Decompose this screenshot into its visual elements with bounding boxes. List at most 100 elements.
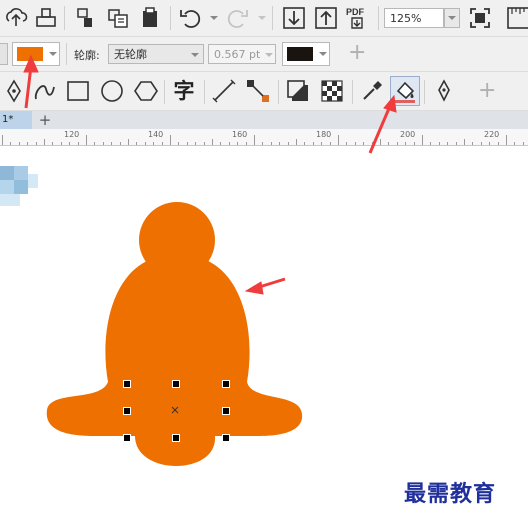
outline-width-field[interactable]: 0.567 pt — [208, 44, 276, 64]
ruler-tick — [44, 139, 45, 145]
ruler-tick — [27, 142, 29, 145]
ruler-tick — [35, 142, 37, 145]
export-arrow-icon[interactable] — [312, 4, 340, 32]
ruler-tick — [69, 142, 71, 145]
chevron-down-icon — [191, 53, 199, 57]
ruler-tick — [2, 135, 3, 145]
selection-handle[interactable] — [123, 380, 131, 388]
add-property-button[interactable]: + — [348, 41, 366, 65]
clipboard-icon[interactable] — [136, 4, 164, 32]
ruler-tick — [497, 142, 499, 145]
property-bar: 轮廓: 无轮廓 0.567 pt + — [0, 37, 528, 72]
import-arrow-icon[interactable] — [280, 4, 308, 32]
transparency-icon[interactable] — [318, 77, 346, 105]
ruler-tick — [94, 142, 96, 145]
add-tool-button[interactable]: + — [478, 78, 496, 104]
ruler-tick — [186, 142, 188, 145]
selection-handle[interactable] — [222, 380, 230, 388]
redo-icon[interactable] — [224, 4, 252, 32]
ruler-tick — [245, 142, 247, 145]
ruler-tick — [388, 142, 390, 145]
ruler-tick — [52, 142, 54, 145]
print-icon[interactable] — [32, 4, 60, 32]
ruler-tick — [447, 142, 449, 145]
zoom-dropdown-button[interactable] — [444, 8, 460, 28]
ruler-tick — [396, 142, 398, 145]
rectangle-tool-icon[interactable] — [64, 77, 92, 105]
ruler-tick — [10, 142, 12, 145]
ruler-tick — [203, 142, 205, 145]
ruler-tick — [270, 142, 272, 145]
freehand-curve-icon[interactable] — [30, 77, 58, 105]
horizontal-ruler[interactable]: 120 140 160 180 200 220 — [0, 129, 528, 146]
export-icon[interactable] — [104, 4, 132, 32]
interactive-fill-icon[interactable] — [390, 76, 420, 106]
ruler-toggle-icon[interactable] — [504, 4, 528, 32]
ruler-tick — [438, 142, 440, 145]
ruler-tick — [136, 142, 138, 145]
upload-icon[interactable] — [2, 4, 30, 32]
ruler-label: 120 — [64, 130, 80, 139]
property-scroll-left[interactable] — [0, 43, 8, 65]
tools-bar: 字 + — [0, 72, 528, 111]
ruler-tick — [312, 142, 314, 145]
selection-handle[interactable] — [123, 434, 131, 442]
standard-toolbar: PDF 125% — [0, 0, 528, 37]
ruler-tick — [254, 135, 255, 145]
ruler-tick — [363, 142, 365, 145]
fill-color-picker[interactable] — [12, 42, 60, 66]
pen-nib-icon[interactable] — [0, 77, 28, 105]
eyedropper-icon[interactable] — [358, 77, 386, 105]
ruler-tick — [119, 142, 121, 145]
ruler-tick — [472, 142, 474, 145]
chevron-down-icon — [319, 52, 327, 56]
undo-icon[interactable] — [176, 4, 204, 32]
ruler-tick — [296, 139, 297, 145]
ruler-tick — [430, 142, 432, 145]
ruler-tick — [102, 142, 104, 145]
drop-shadow-icon[interactable] — [284, 77, 312, 105]
ruler-tick — [111, 142, 113, 145]
ruler-tick — [128, 139, 129, 145]
text-tool-button[interactable]: 字 — [170, 77, 198, 105]
ruler-tick — [237, 142, 239, 145]
import-icon[interactable] — [72, 4, 100, 32]
selection-handle[interactable] — [172, 380, 180, 388]
full-screen-icon[interactable] — [466, 4, 494, 32]
pdf-label: PDF — [346, 7, 365, 17]
outline-color-swatch — [287, 47, 313, 61]
smart-fill-pen-icon[interactable] — [430, 77, 458, 105]
connector-tool-icon[interactable] — [244, 77, 272, 105]
selection-handle[interactable] — [172, 434, 180, 442]
ruler-tick — [170, 135, 171, 145]
ruler-label: 140 — [148, 130, 164, 139]
ruler-tick — [489, 142, 491, 145]
ruler-label: 160 — [232, 130, 248, 139]
ruler-label: 220 — [484, 130, 500, 139]
document-tab-active[interactable]: 1* — [0, 111, 32, 129]
selection-handle[interactable] — [123, 407, 131, 415]
outline-color-picker[interactable] — [282, 42, 330, 66]
drawing-canvas[interactable] — [0, 146, 528, 522]
outline-style-select[interactable]: 无轮廓 — [108, 44, 204, 64]
ruler-tick — [304, 142, 306, 145]
ruler-tick — [279, 142, 281, 145]
dimension-line-icon[interactable] — [210, 77, 238, 105]
chevron-down-icon — [265, 53, 273, 57]
bell-shape[interactable] — [0, 146, 528, 522]
selection-handle[interactable] — [222, 407, 230, 415]
ruler-tick — [228, 142, 230, 145]
pdf-export-icon[interactable]: PDF — [344, 4, 372, 32]
ruler-tick — [405, 142, 407, 145]
redo-dropdown-icon[interactable] — [258, 16, 266, 20]
ruler-tick — [212, 139, 213, 145]
undo-dropdown-icon[interactable] — [210, 16, 218, 20]
ruler-tick — [195, 142, 197, 145]
ellipse-tool-icon[interactable] — [98, 77, 126, 105]
ruler-tick — [178, 142, 180, 145]
zoom-level-field[interactable]: 125% — [384, 8, 444, 28]
selection-handle[interactable] — [222, 434, 230, 442]
add-document-tab-button[interactable]: + — [36, 111, 54, 129]
chevron-down-icon — [49, 52, 57, 56]
polygon-tool-icon[interactable] — [132, 77, 160, 105]
